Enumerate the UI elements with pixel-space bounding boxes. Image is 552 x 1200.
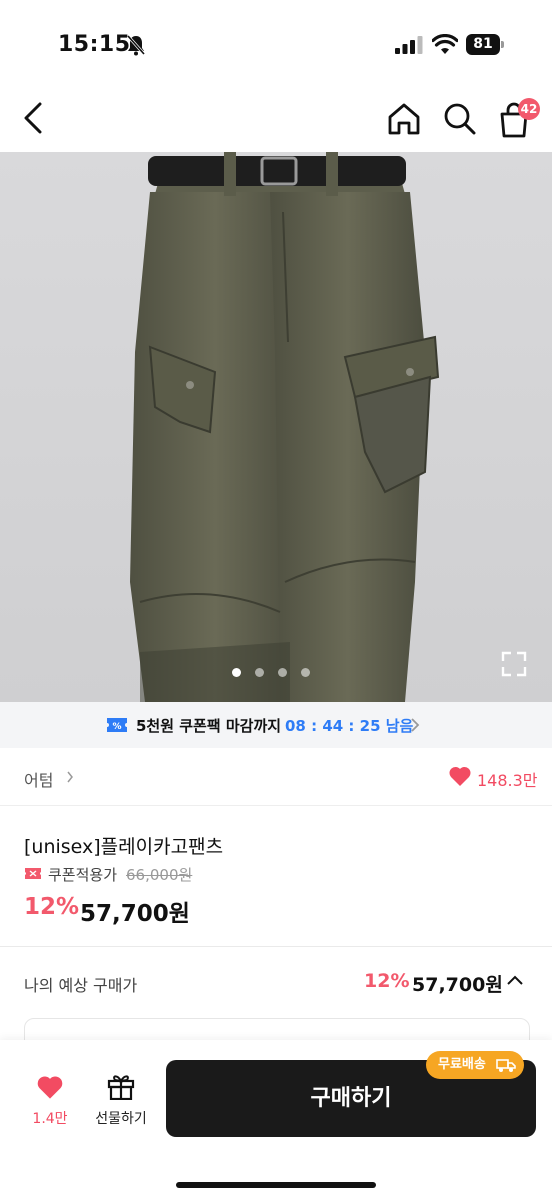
chevron-right-icon	[67, 771, 73, 783]
free-shipping-badge: 무료배송	[426, 1051, 524, 1079]
battery-level: 81	[466, 34, 500, 55]
brand-like-count: 148.3만	[477, 771, 538, 790]
product-photo	[130, 152, 440, 702]
discount-rate: 12%	[24, 894, 80, 920]
status-time: 15:15	[58, 32, 131, 57]
coupon-countdown-banner[interactable]: % 5천원 쿠폰팩 마감까지 08 : 44 : 25 남음	[0, 702, 552, 748]
bell-slash-icon	[126, 35, 146, 56]
gift-label: 선물하기	[95, 1111, 147, 1127]
expand-icon[interactable]	[500, 650, 528, 678]
battery-indicator: 81	[466, 34, 504, 55]
battery-tip	[501, 41, 504, 48]
search-icon[interactable]	[440, 100, 480, 138]
svg-text:%: %	[112, 722, 121, 732]
section-divider	[0, 946, 552, 947]
coupon-timer: 08 : 44 : 25 남음	[285, 717, 414, 735]
product-title: [unisex]플레이카고팬츠	[24, 836, 224, 858]
carousel-dot[interactable]	[301, 668, 310, 677]
truck-icon	[496, 1059, 516, 1072]
ticket-icon: %	[107, 718, 127, 732]
gift-icon	[107, 1075, 135, 1100]
signal-icon	[395, 36, 423, 54]
product-image-carousel[interactable]	[0, 152, 552, 702]
home-icon[interactable]	[384, 100, 424, 138]
chevron-right-icon	[411, 718, 420, 732]
coupon-tag-icon	[25, 868, 41, 879]
sale-price: 57,700원	[80, 901, 190, 927]
carousel-dot[interactable]	[255, 668, 264, 677]
chevron-up-icon	[507, 975, 523, 985]
wishlist-button[interactable]: 1.4만	[22, 1074, 78, 1134]
wishlist-count: 1.4만	[32, 1111, 68, 1127]
carousel-indicator	[232, 668, 310, 678]
heart-icon	[37, 1076, 63, 1099]
brand-name-link[interactable]: 어텀	[24, 767, 53, 791]
gift-button[interactable]: 선물하기	[88, 1072, 154, 1134]
nav-bar: 42	[0, 90, 552, 152]
coupon-banner-text: 5천원 쿠폰팩 마감까지	[136, 717, 282, 735]
carousel-dot[interactable]	[278, 668, 287, 677]
status-bar: 15:15 81	[0, 0, 552, 90]
estimated-price: 57,700원	[412, 974, 503, 996]
wifi-icon	[432, 34, 458, 54]
home-indicator	[176, 1182, 376, 1188]
cart-button[interactable]: 42	[494, 96, 542, 140]
heart-icon	[449, 766, 471, 786]
free-shipping-label: 무료배송	[438, 1057, 486, 1072]
bottom-action-bar: 1.4만 선물하기 구매하기 무료배송	[0, 1040, 552, 1200]
cart-count-badge: 42	[518, 98, 540, 120]
estimated-price-label: 나의 예상 구매가	[24, 976, 138, 995]
estimated-discount-rate: 12%	[364, 970, 410, 992]
carousel-dot[interactable]	[232, 668, 241, 677]
brand-row: 어텀 148.3만	[0, 748, 552, 806]
estimated-price-row[interactable]: 나의 예상 구매가 12% 57,700원	[0, 950, 552, 1014]
back-arrow-icon[interactable]	[18, 98, 54, 138]
original-price: 66,000원	[126, 866, 193, 884]
coupon-applied-label: 쿠폰적용가	[48, 866, 118, 884]
